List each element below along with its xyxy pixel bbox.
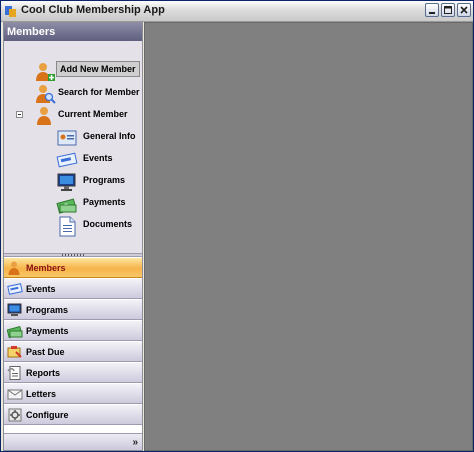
pane-button-reports[interactable]: Reports xyxy=(4,362,142,383)
pane-button-payments[interactable]: Payments xyxy=(4,320,142,341)
person-search-icon xyxy=(36,85,56,104)
collapse-toggle[interactable] xyxy=(16,111,23,118)
nav-header: Members xyxy=(4,23,142,41)
tree-item-label: General Info xyxy=(83,131,136,141)
pane-button-label: Reports xyxy=(26,368,61,378)
maximize-icon xyxy=(444,6,452,14)
pane-button-events[interactable]: Events xyxy=(4,278,142,299)
envelope-icon xyxy=(7,389,23,400)
tree-item-search-for-member[interactable]: Search for Member xyxy=(34,83,140,105)
ticket-icon xyxy=(56,152,78,168)
configure-icon xyxy=(8,408,22,422)
person-icon xyxy=(8,261,20,275)
pane-overflow-bar[interactable]: » xyxy=(4,433,142,450)
splitter-grip[interactable] xyxy=(62,254,86,256)
tree-item-add-new-member[interactable]: Add New Member xyxy=(34,61,140,83)
title-bar[interactable]: Cool Club Membership App xyxy=(1,1,473,22)
tree-item-label: Current Member xyxy=(58,109,128,119)
minimize-icon xyxy=(429,12,435,14)
tree-item-label: Documents xyxy=(83,219,133,229)
tree-item-label: Events xyxy=(83,153,113,163)
money-icon xyxy=(56,198,77,214)
tree-item-programs[interactable]: Programs xyxy=(56,171,140,193)
members-tree: Add New Member Search for Member Current… xyxy=(4,41,142,253)
close-icon xyxy=(460,6,468,14)
tree-item-label: Search for Member xyxy=(58,87,140,97)
tree-item-events[interactable]: Events xyxy=(56,149,140,171)
app-window: Cool Club Membership App Members Add New… xyxy=(0,0,474,452)
pane-button-label: Members xyxy=(26,263,66,273)
main-content-area xyxy=(144,22,473,451)
pane-button-label: Events xyxy=(26,284,56,294)
pane-button-past-due[interactable]: Past Due xyxy=(4,341,142,362)
window-title: Cool Club Membership App xyxy=(21,4,165,16)
pane-button-members[interactable]: Members xyxy=(4,257,142,278)
monitor-icon xyxy=(57,173,76,191)
monitor-icon xyxy=(7,303,22,316)
app-icon xyxy=(5,6,16,17)
pane-button-label: Past Due xyxy=(26,347,65,357)
pane-button-configure[interactable]: Configure xyxy=(4,404,142,425)
maximize-button[interactable] xyxy=(441,3,455,17)
pane-button-letters[interactable]: Letters xyxy=(4,383,142,404)
pane-button-label: Letters xyxy=(26,389,57,399)
document-icon xyxy=(59,216,76,237)
person-icon xyxy=(37,107,51,125)
navigation-pane: Members Add New Member Search for Member xyxy=(3,22,143,451)
id-card-icon xyxy=(57,130,77,146)
tree-item-documents[interactable]: Documents xyxy=(56,215,140,237)
tree-item-label: Add New Member xyxy=(56,61,140,77)
report-icon xyxy=(7,366,21,380)
money-icon xyxy=(7,325,23,339)
pane-button-label: Configure xyxy=(26,410,69,420)
pane-button-label: Programs xyxy=(26,305,69,315)
minimize-button[interactable] xyxy=(425,3,439,17)
chevron-right-icon[interactable]: » xyxy=(132,437,138,448)
pane-button-programs[interactable]: Programs xyxy=(4,299,142,320)
pane-button-label: Payments xyxy=(26,326,69,336)
ticket-icon xyxy=(7,283,23,295)
tree-item-label: Payments xyxy=(83,197,126,207)
tree-item-general-info[interactable]: General Info xyxy=(56,127,140,149)
tree-item-label: Programs xyxy=(83,175,126,185)
close-button[interactable] xyxy=(457,3,471,17)
past-due-icon xyxy=(7,346,22,358)
person-add-icon xyxy=(36,63,55,81)
tree-item-payments[interactable]: Payments xyxy=(56,193,140,215)
tree-item-current-member[interactable]: Current Member xyxy=(34,105,138,127)
